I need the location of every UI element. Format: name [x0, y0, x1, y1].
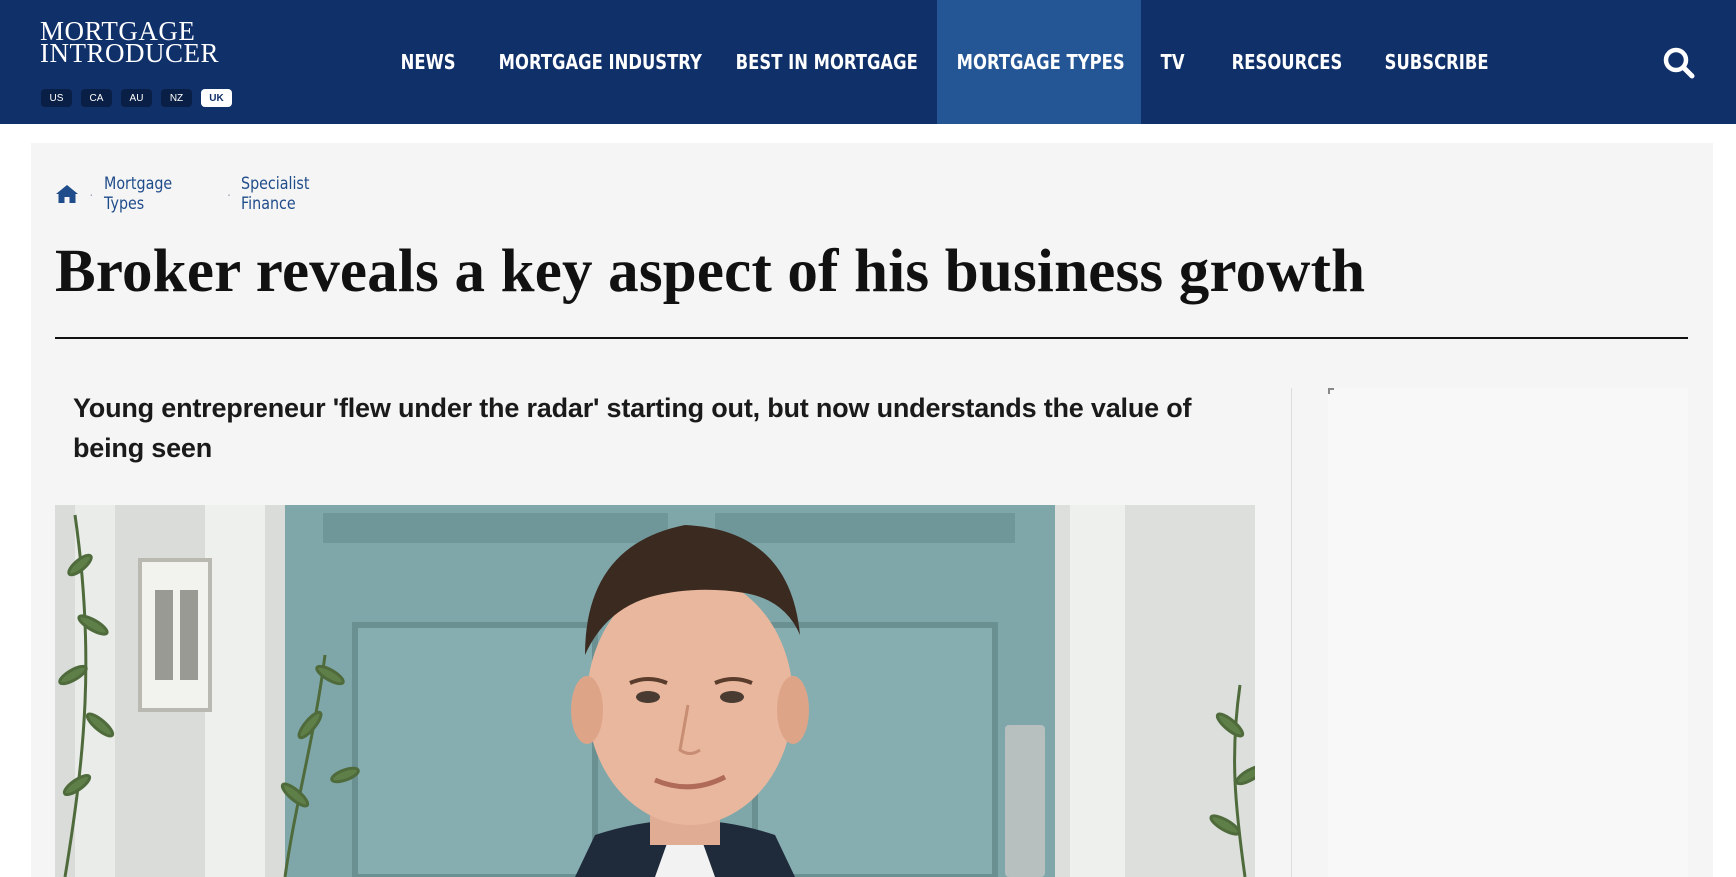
headline-rule — [55, 337, 1688, 339]
region-au[interactable]: AU — [121, 89, 152, 107]
nav-subscribe[interactable]: SUBSCRIBE — [1365, 0, 1515, 124]
breadcrumb-separator: · — [89, 186, 94, 202]
breadcrumb-mortgage-types[interactable]: Mortgage Types — [104, 174, 199, 214]
region-uk[interactable]: UK — [201, 89, 232, 107]
search-icon — [1663, 47, 1695, 79]
region-us[interactable]: US — [41, 89, 72, 107]
nav-resources-label: RESOURCES — [1231, 50, 1343, 74]
nav-mortgage-types-label: MORTGAGE TYPES — [956, 50, 1125, 74]
breadcrumb: · Mortgage Types · Specialist Finance — [55, 174, 375, 214]
home-icon[interactable] — [55, 184, 79, 204]
region-ca[interactable]: CA — [81, 89, 112, 107]
hero-photo — [55, 505, 1255, 877]
article-hero-image — [55, 505, 1255, 877]
nav-news-label: NEWS — [400, 50, 456, 74]
nav-best-in-mortgage[interactable]: BEST IN MORTGAGE — [716, 0, 937, 124]
logo-line-2: INTRODUCER — [40, 38, 219, 68]
sidebar-ad-slot — [1328, 388, 1688, 877]
region-switcher: US CA AU NZ UK — [41, 89, 232, 107]
nav-best-in-mortgage-label: BEST IN MORTGAGE — [735, 50, 918, 74]
nav-tv[interactable]: TV — [1141, 0, 1212, 124]
breadcrumb-separator: · — [226, 186, 232, 202]
nav-resources[interactable]: RESOURCES — [1212, 0, 1365, 124]
site-header: MORTGAGE INTRODUCER US CA AU NZ UK NEWS … — [0, 0, 1736, 124]
article-standfirst: Young entrepreneur 'flew under the radar… — [73, 393, 1192, 463]
nav-mortgage-industry[interactable]: MORTGAGE INDUSTRY — [479, 0, 716, 124]
search-button[interactable] — [1662, 46, 1696, 80]
nav-news[interactable]: NEWS — [381, 0, 479, 124]
column-divider — [1291, 388, 1292, 877]
article-headline: Broker reveals a key aspect of his busin… — [55, 238, 1366, 305]
site-logo[interactable]: MORTGAGE INTRODUCER — [40, 18, 240, 68]
ad-corner-mark — [1328, 388, 1334, 394]
breadcrumb-specialist-finance[interactable]: Specialist Finance — [241, 174, 354, 214]
nav-mortgage-types[interactable]: MORTGAGE TYPES — [937, 0, 1141, 124]
nav-subscribe-label: SUBSCRIBE — [1384, 50, 1489, 74]
nav-mortgage-industry-label: MORTGAGE INDUSTRY — [498, 50, 702, 74]
region-nz[interactable]: NZ — [161, 89, 192, 107]
main-nav: NEWS MORTGAGE INDUSTRY BEST IN MORTGAGE … — [381, 0, 1515, 124]
nav-tv-label: TV — [1160, 50, 1185, 74]
